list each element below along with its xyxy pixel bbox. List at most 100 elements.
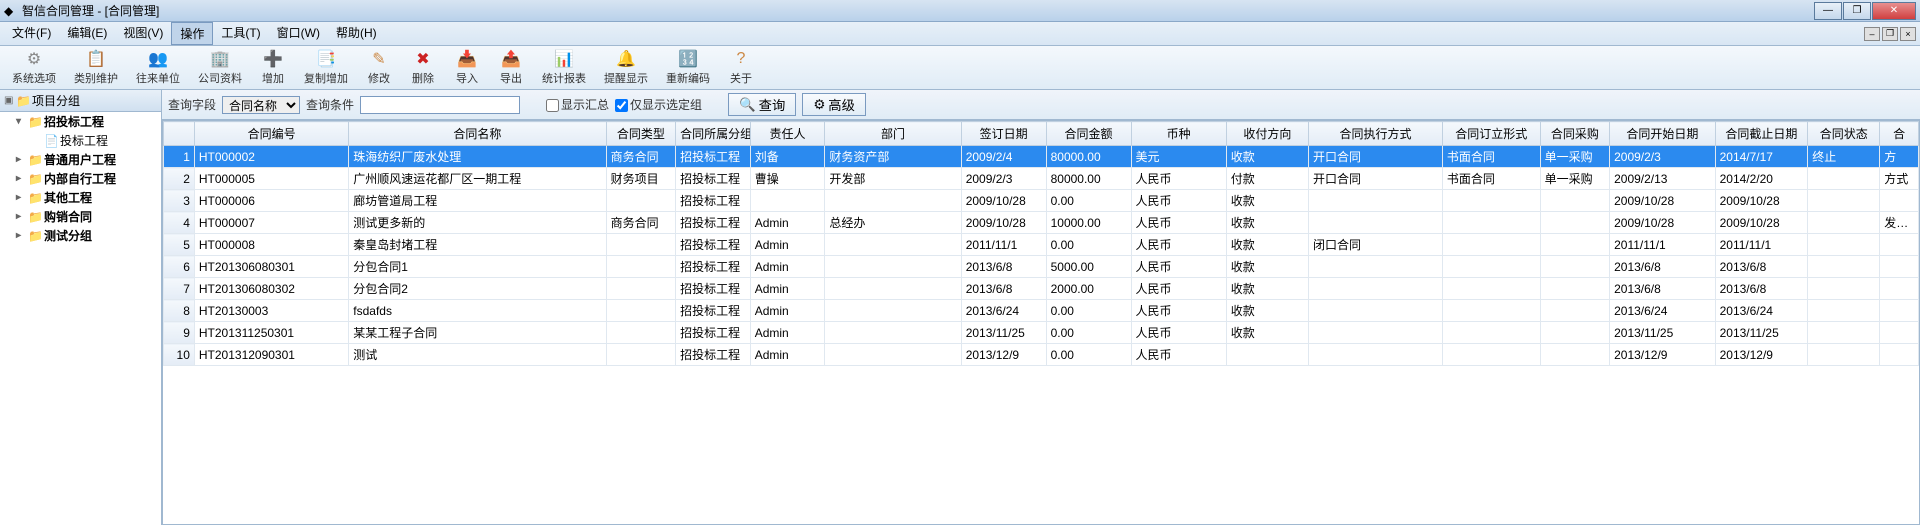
title-text: 智信合同管理 - [合同管理] — [22, 2, 1814, 19]
col-8[interactable]: 合同金额 — [1046, 122, 1131, 146]
table-row[interactable]: 7HT201306080302分包合同2招投标工程Admin2013/6/820… — [164, 278, 1919, 300]
tool-公司资料[interactable]: 🏢公司资料 — [192, 47, 248, 88]
folder-icon: 📁 — [28, 229, 42, 243]
公司资料-icon: 🏢 — [210, 49, 230, 69]
menu-1[interactable]: 编辑(E) — [59, 22, 115, 45]
filter-bar: 查询字段 合同名称 查询条件 显示汇总 仅显示选定组 🔍查询 ⚙高级 — [162, 90, 1920, 120]
tree-node-内部自行工程[interactable]: ▸📁内部自行工程 — [0, 169, 161, 188]
toolbar: ⚙系统选项📋类别维护👥往来单位🏢公司资料➕增加📑复制增加✎修改✖删除📥导入📤导出… — [0, 46, 1920, 90]
col-5[interactable]: 责任人 — [750, 122, 825, 146]
gear-icon: ⚙ — [813, 97, 825, 113]
menubar: 文件(F)编辑(E)视图(V)操作工具(T)窗口(W)帮助(H) – ❐ × — [0, 22, 1920, 46]
mdi-restore[interactable]: ❐ — [1882, 27, 1898, 41]
filter-field-select[interactable]: 合同名称 — [222, 96, 300, 114]
col-6[interactable]: 部门 — [825, 122, 961, 146]
col-7[interactable]: 签订日期 — [961, 122, 1046, 146]
tree-node-购销合同[interactable]: ▸📁购销合同 — [0, 207, 161, 226]
show-summary-check[interactable]: 显示汇总 — [546, 96, 609, 113]
col-16[interactable]: 合同状态 — [1808, 122, 1880, 146]
col-14[interactable]: 合同开始日期 — [1610, 122, 1716, 146]
col-1[interactable]: 合同编号 — [194, 122, 348, 146]
往来单位-icon: 👥 — [148, 49, 168, 69]
导出-icon: 📤 — [501, 49, 521, 69]
tool-统计报表[interactable]: 📊统计报表 — [536, 47, 592, 88]
复制增加-icon: 📑 — [316, 49, 336, 69]
类别维护-icon: 📋 — [86, 49, 106, 69]
tool-增加[interactable]: ➕增加 — [254, 47, 292, 88]
col-0[interactable] — [164, 122, 195, 146]
filter-field-label: 查询字段 — [168, 96, 216, 113]
col-9[interactable]: 币种 — [1131, 122, 1226, 146]
table-row[interactable]: 5HT000008秦皇岛封堵工程招投标工程Admin2011/11/10.00人… — [164, 234, 1919, 256]
tool-类别维护[interactable]: 📋类别维护 — [68, 47, 124, 88]
mdi-close[interactable]: × — [1900, 27, 1916, 41]
folder-icon: 📁 — [28, 191, 42, 205]
tool-重新编码[interactable]: 🔢重新编码 — [660, 47, 716, 88]
menu-0[interactable]: 文件(F) — [4, 22, 59, 45]
tool-提醒显示[interactable]: 🔔提醒显示 — [598, 47, 654, 88]
tool-复制增加[interactable]: 📑复制增加 — [298, 47, 354, 88]
show-selected-check[interactable]: 仅显示选定组 — [615, 96, 702, 113]
menu-6[interactable]: 帮助(H) — [328, 22, 385, 45]
系统选项-icon: ⚙ — [24, 49, 44, 69]
导入-icon: 📥 — [457, 49, 477, 69]
修改-icon: ✎ — [369, 49, 389, 69]
col-11[interactable]: 合同执行方式 — [1309, 122, 1443, 146]
col-12[interactable]: 合同订立形式 — [1442, 122, 1540, 146]
menu-2[interactable]: 视图(V) — [115, 22, 171, 45]
删除-icon: ✖ — [413, 49, 433, 69]
col-4[interactable]: 合同所属分组 — [676, 122, 751, 146]
page-icon: 📄 — [44, 134, 58, 148]
table-row[interactable]: 6HT201306080301分包合同1招投标工程Admin2013/6/850… — [164, 256, 1919, 278]
tree-node-投标工程[interactable]: 📄投标工程 — [0, 131, 161, 150]
table-row[interactable]: 3HT000006廊坊管道局工程招投标工程2009/10/280.00人民币收款… — [164, 190, 1919, 212]
folder-icon: 📁 — [28, 172, 42, 186]
tree-node-普通用户工程[interactable]: ▸📁普通用户工程 — [0, 150, 161, 169]
menu-3[interactable]: 操作 — [171, 22, 213, 45]
col-17[interactable]: 合 — [1880, 122, 1919, 146]
tree-root-label: 项目分组 — [32, 92, 80, 109]
menu-4[interactable]: 工具(T) — [213, 22, 268, 45]
folder-icon: 📁 — [28, 115, 42, 129]
col-15[interactable]: 合同截止日期 — [1715, 122, 1808, 146]
col-2[interactable]: 合同名称 — [349, 122, 606, 146]
minimize-button[interactable]: — — [1814, 2, 1842, 20]
advanced-button[interactable]: ⚙高级 — [802, 93, 866, 116]
tool-导出[interactable]: 📤导出 — [492, 47, 530, 88]
filter-cond-input[interactable] — [360, 96, 520, 114]
tree-node-其他工程[interactable]: ▸📁其他工程 — [0, 188, 161, 207]
table-row[interactable]: 10HT201312090301测试招投标工程Admin2013/12/90.0… — [164, 344, 1919, 366]
tool-系统选项[interactable]: ⚙系统选项 — [6, 47, 62, 88]
search-icon: 🔍 — [739, 97, 756, 113]
app-icon: ◆ — [4, 4, 18, 18]
col-3[interactable]: 合同类型 — [606, 122, 675, 146]
maximize-button[interactable]: ❐ — [1843, 2, 1871, 20]
tree-node-测试分组[interactable]: ▸📁测试分组 — [0, 226, 161, 245]
tool-修改[interactable]: ✎修改 — [360, 47, 398, 88]
tool-导入[interactable]: 📥导入 — [448, 47, 486, 88]
close-button[interactable]: ✕ — [1872, 2, 1916, 20]
table-row[interactable]: 4HT000007测试更多新的商务合同招投标工程Admin总经办2009/10/… — [164, 212, 1919, 234]
table-row[interactable]: 2HT000005广州顺风速运花都厂区一期工程财务项目招投标工程曹操开发部200… — [164, 168, 1919, 190]
filter-cond-label: 查询条件 — [306, 96, 354, 113]
table-row[interactable]: 1HT000002珠海纺织厂废水处理商务合同招投标工程刘备财务资产部2009/2… — [164, 146, 1919, 168]
增加-icon: ➕ — [263, 49, 283, 69]
grid-container[interactable]: 合同编号合同名称合同类型合同所属分组责任人部门签订日期合同金额币种收付方向合同执… — [162, 120, 1920, 525]
tool-删除[interactable]: ✖删除 — [404, 47, 442, 88]
menu-5[interactable]: 窗口(W) — [269, 22, 328, 45]
folder-icon: 📁 — [28, 153, 42, 167]
重新编码-icon: 🔢 — [678, 49, 698, 69]
col-10[interactable]: 收付方向 — [1226, 122, 1308, 146]
col-13[interactable]: 合同采购 — [1540, 122, 1609, 146]
tool-关于[interactable]: ?关于 — [722, 47, 760, 88]
folder-icon: 📁 — [16, 94, 30, 108]
table-row[interactable]: 9HT201311250301某某工程子合同招投标工程Admin2013/11/… — [164, 322, 1919, 344]
table-row[interactable]: 8HT20130003fsdafds招投标工程Admin2013/6/240.0… — [164, 300, 1919, 322]
tool-往来单位[interactable]: 👥往来单位 — [130, 47, 186, 88]
关于-icon: ? — [731, 49, 751, 69]
mdi-minimize[interactable]: – — [1864, 27, 1880, 41]
data-grid: 合同编号合同名称合同类型合同所属分组责任人部门签订日期合同金额币种收付方向合同执… — [163, 121, 1919, 366]
tree-node-招投标工程[interactable]: ▾📁招投标工程 — [0, 112, 161, 131]
query-button[interactable]: 🔍查询 — [728, 93, 796, 116]
统计报表-icon: 📊 — [554, 49, 574, 69]
